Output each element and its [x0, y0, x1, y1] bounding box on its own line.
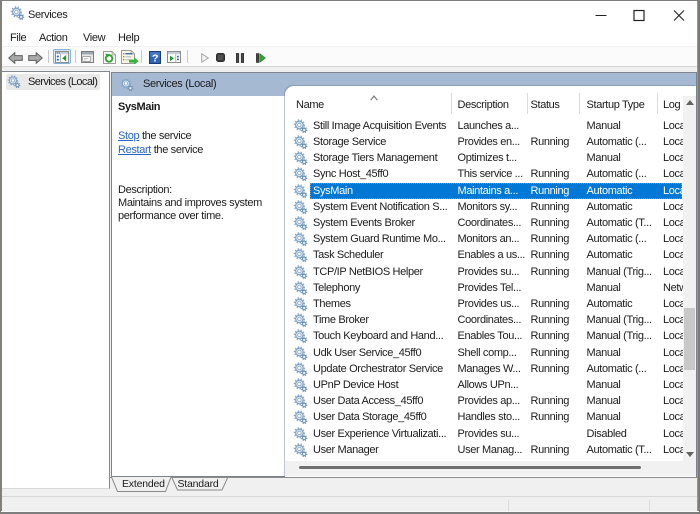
- svg-text:Extended: Extended: [122, 478, 165, 490]
- svg-text:?: ?: [152, 52, 158, 64]
- svg-text:Standard: Standard: [178, 478, 219, 490]
